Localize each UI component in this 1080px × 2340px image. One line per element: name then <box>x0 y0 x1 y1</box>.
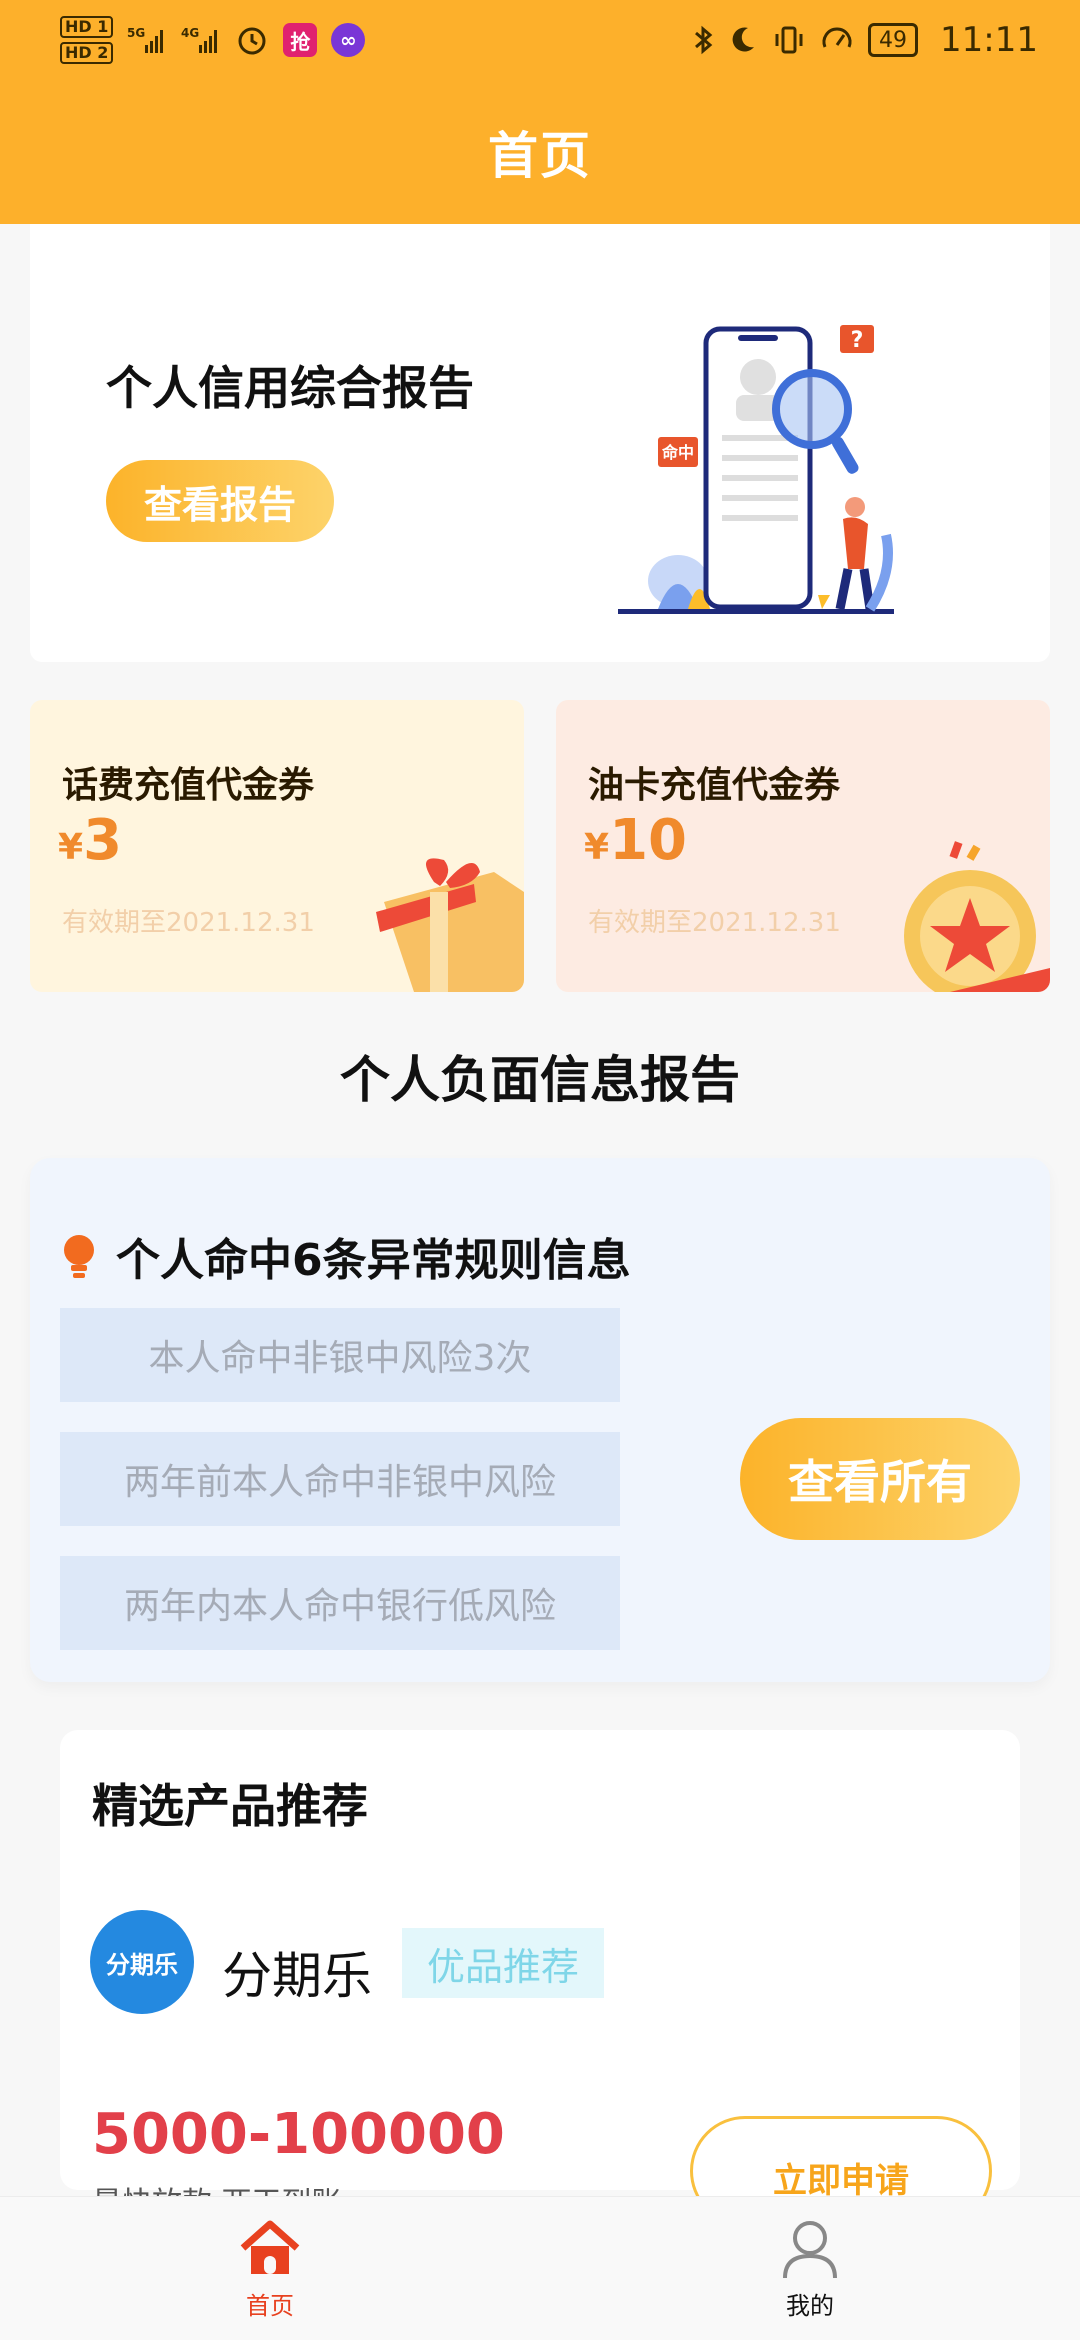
grab-app-icon: 抢 <box>283 23 318 57</box>
battery-icon: 49 <box>868 23 919 57</box>
product-section-title: 精选产品推荐 <box>92 1779 368 1833</box>
question-icon: ? <box>851 328 864 353</box>
moon-icon <box>732 27 755 52</box>
rule-item: 两年前本人命中非银中风险 <box>60 1432 620 1526</box>
coupon-value: 3 <box>83 808 123 873</box>
credit-report-illustration: ? 命中 <box>618 325 894 614</box>
tab-mine[interactable]: 我的 <box>540 2197 1080 2340</box>
vibrate-icon <box>775 26 803 54</box>
tab-mine-label: 我的 <box>786 2292 834 2320</box>
hd1-label: HD 1 <box>60 16 114 38</box>
alarm-icon <box>238 27 266 55</box>
svg-text:5G: 5G <box>127 26 145 40</box>
negative-section-title: 个人负面信息报告 <box>340 1051 740 1109</box>
product-name: 分期乐 <box>222 1947 372 2005</box>
credit-report-title: 个人信用综合报告 <box>106 361 474 415</box>
hd-icon: HD 1 HD 2 <box>60 16 114 64</box>
status-right: 49 11:11 <box>692 20 1038 60</box>
product-tag: 优品推荐 <box>402 1928 604 1998</box>
rule-item: 本人命中非银中风险3次 <box>60 1308 620 1402</box>
fenqile-logo: 分期乐 <box>90 1910 194 2014</box>
tab-home-label: 首页 <box>246 2292 294 2320</box>
bluetooth-icon <box>695 25 713 55</box>
coupon-expiry: 有效期至2021.12.31 <box>62 908 315 938</box>
gift-icon <box>376 858 524 992</box>
negative-info-card: 个人命中6条异常规则信息 本人命中非银中风险3次 两年前本人命中非银中风险 两年… <box>30 1158 1050 1682</box>
product-recommendation-card: 精选产品推荐 分期乐 分期乐 优品推荐 5000-100000 最快放款 两天到… <box>60 1730 1020 2226</box>
credit-report-card[interactable]: 个人信用综合报告 查看报告 ? 命中 <box>30 224 1050 662</box>
view-all-button[interactable]: 查看所有 <box>740 1418 1020 1540</box>
signal-4g-icon: 4G <box>181 26 218 53</box>
status-left: HD 1 HD 2 5G 4G 抢 ∞ <box>60 16 366 64</box>
fuel-coupon-card[interactable]: 油卡充值代金券 ¥10 有效期至2021.12.31 <box>556 700 1050 992</box>
signal-5g-icon: 5G <box>127 26 164 53</box>
product-amount: 5000-100000 <box>92 2102 505 2167</box>
coupon-value: 10 <box>609 808 687 873</box>
coupon-amount: ¥10 <box>584 808 687 873</box>
status-bar: HD 1 HD 2 5G 4G 抢 ∞ 49 11:11 <box>0 0 1080 80</box>
negative-headline: 个人命中6条异常规则信息 <box>116 1235 631 1286</box>
coupon-title: 话费充值代金券 <box>62 765 315 806</box>
negative-headline-row: 个人命中6条异常规则信息 <box>60 1224 631 1288</box>
link-app-icon: ∞ <box>331 23 366 57</box>
coupon-amount: ¥3 <box>58 808 122 873</box>
coupon-expiry: 有效期至2021.12.31 <box>588 908 841 938</box>
hit-tag: 命中 <box>661 443 694 462</box>
clock: 11:11 <box>940 20 1038 60</box>
bulb-icon <box>64 1235 94 1278</box>
bottom-tab-bar: 首页 我的 <box>0 2196 1080 2340</box>
view-report-button[interactable]: 查看报告 <box>106 460 334 542</box>
phone-coupon-card[interactable]: 话费充值代金券 ¥3 有效期至2021.12.31 <box>30 700 524 992</box>
app-header: 首页 <box>0 80 1080 224</box>
speed-icon <box>822 27 852 48</box>
battery-level: 49 <box>879 27 908 53</box>
tab-home[interactable]: 首页 <box>0 2197 540 2340</box>
svg-text:4G: 4G <box>181 26 199 40</box>
page-title: 首页 <box>488 127 592 185</box>
rule-item: 两年内本人命中银行低风险 <box>60 1556 620 1650</box>
user-icon <box>783 2221 837 2279</box>
coupon-currency: ¥ <box>58 827 84 868</box>
home-icon <box>240 2220 300 2274</box>
hd2-label: HD 2 <box>60 42 114 64</box>
coupon-currency: ¥ <box>584 827 610 868</box>
coupon-title: 油卡充值代金券 <box>588 765 841 806</box>
star-medal-icon <box>904 841 1050 992</box>
